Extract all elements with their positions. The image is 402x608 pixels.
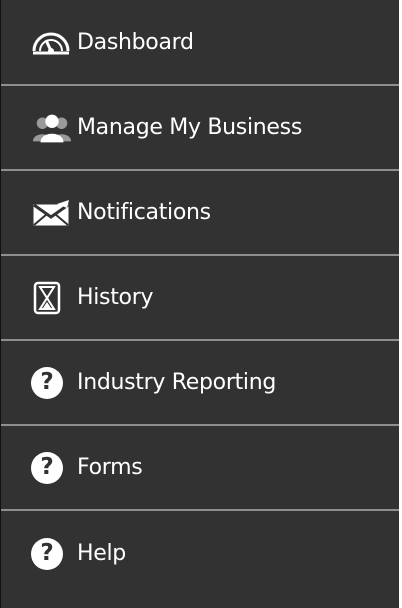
sidebar-item-history[interactable]: History <box>1 256 399 341</box>
sidebar-item-label: Manage My Business <box>77 115 302 140</box>
question-circle-icon: ? <box>31 366 73 400</box>
sidebar-item-label: Notifications <box>77 200 211 225</box>
sidebar-item-industry-reporting[interactable]: ? Industry Reporting <box>1 341 399 426</box>
question-circle-icon: ? <box>31 451 73 485</box>
sidebar-item-dashboard[interactable]: Dashboard <box>1 0 399 86</box>
sidebar-item-notifications[interactable]: Notifications <box>1 171 399 256</box>
sidebar-nav: Dashboard Manage My Business Notificatio… <box>0 0 399 608</box>
sidebar-item-label: History <box>77 285 154 310</box>
sidebar-item-label: Industry Reporting <box>77 370 277 395</box>
sidebar-item-help[interactable]: ? Help <box>1 511 399 596</box>
sidebar-item-label: Forms <box>77 455 143 480</box>
hourglass-icon <box>31 281 73 315</box>
sidebar-item-manage-my-business[interactable]: Manage My Business <box>1 86 399 171</box>
sidebar-item-forms[interactable]: ? Forms <box>1 426 399 511</box>
question-circle-icon: ? <box>31 537 73 571</box>
envelope-icon <box>31 196 73 230</box>
dashboard-gauge-icon <box>31 25 73 59</box>
people-group-icon <box>31 111 73 145</box>
sidebar-item-label: Dashboard <box>77 29 194 55</box>
sidebar-item-label: Help <box>77 541 126 566</box>
